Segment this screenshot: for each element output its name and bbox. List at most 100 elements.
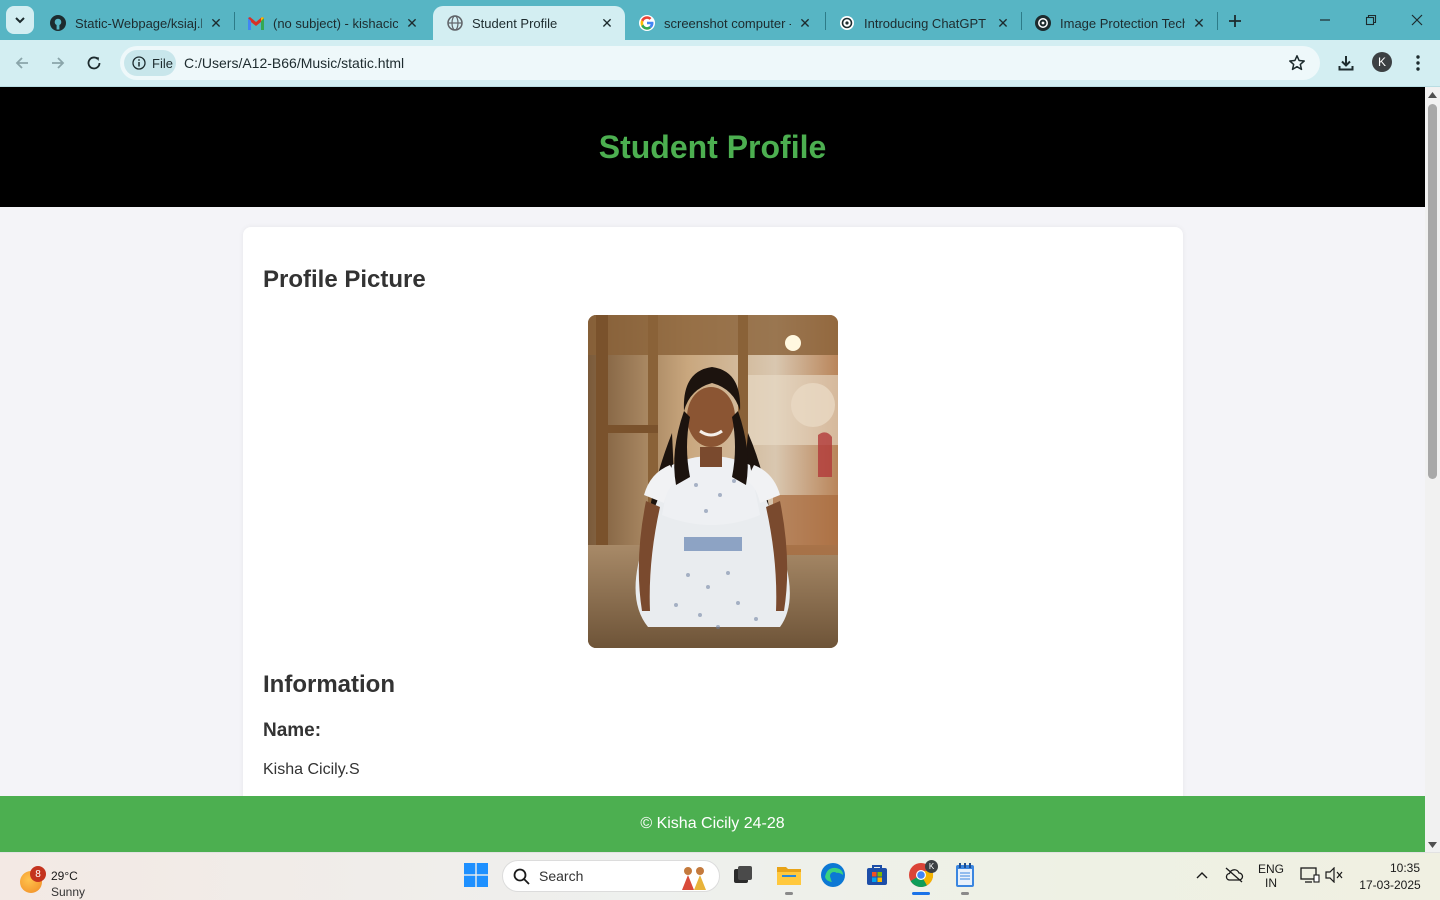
reload-button[interactable]: [79, 48, 109, 78]
tab-image-protection[interactable]: Image Protection Techn ✕: [1021, 6, 1217, 40]
tab-title: (no subject) - kishacicily: [273, 15, 398, 31]
language-indicator[interactable]: ENG IN: [1254, 862, 1288, 890]
arrow-right-icon: [52, 57, 65, 69]
region-code: IN: [1265, 876, 1277, 890]
scroll-down-icon[interactable]: [1428, 840, 1437, 849]
weather-condition: Sunny: [51, 885, 86, 899]
info-icon: [132, 56, 146, 70]
tab-student-profile[interactable]: Student Profile ✕: [433, 6, 625, 40]
chevron-down-icon: [15, 17, 25, 24]
notepad-button[interactable]: [949, 858, 981, 892]
browser-menu-button[interactable]: [1403, 48, 1433, 78]
tab-search-button[interactable]: [6, 6, 34, 34]
tab-strip: Static-Webpage/ksiaj.ht ✕ (no subject) -…: [0, 0, 1440, 40]
start-button[interactable]: [460, 858, 492, 892]
taskbar-search[interactable]: Search: [502, 860, 720, 892]
footer-text: © Kisha Cicily 24-28: [640, 815, 785, 832]
date-text: 17-03-2025: [1359, 878, 1421, 892]
tab-chatgpt[interactable]: Introducing ChatGPT | C ✕: [825, 6, 1021, 40]
chevron-up-icon: [1196, 872, 1208, 879]
page-viewport: Student Profile Profile Picture Informat…: [0, 87, 1425, 852]
tab-title: Introducing ChatGPT | C: [864, 15, 989, 31]
search-highlight-icon: [682, 867, 706, 890]
name-label: Name:: [263, 720, 322, 741]
windows-logo-icon: [464, 863, 488, 887]
volume-button[interactable]: [1318, 858, 1350, 892]
edge-button[interactable]: [817, 858, 849, 892]
scroll-thumb[interactable]: [1428, 104, 1437, 479]
kebab-menu-icon: [1416, 55, 1420, 71]
search-placeholder: Search: [539, 868, 584, 884]
cloud-offline-icon: [1225, 867, 1244, 883]
minimize-button[interactable]: [1302, 0, 1348, 40]
bookmark-star-icon[interactable]: [1288, 54, 1306, 77]
chrome-button[interactable]: K: [905, 858, 938, 892]
close-window-button[interactable]: [1394, 0, 1440, 40]
profile-picture-heading: Profile Picture: [263, 266, 426, 293]
reload-icon: [87, 56, 101, 70]
active-indicator: [912, 892, 930, 895]
openai-icon: [839, 15, 855, 31]
tab-title: Static-Webpage/ksiaj.ht: [75, 15, 202, 31]
tab-gmail[interactable]: (no subject) - kishacicily ✕: [234, 6, 430, 40]
notepad-icon: [956, 863, 974, 887]
globe-icon: [447, 15, 463, 31]
edge-icon: [821, 863, 845, 887]
address-bar[interactable]: File C:/Users/A12-B66/Music/static.html: [120, 46, 1320, 80]
scroll-up-icon[interactable]: [1428, 90, 1437, 99]
chrome-profile-badge: K: [925, 860, 938, 873]
close-icon[interactable]: ✕: [599, 15, 615, 31]
notification-badge: 8: [30, 866, 46, 882]
browser-toolbar: File C:/Users/A12-B66/Music/static.html: [0, 40, 1440, 87]
close-icon[interactable]: ✕: [1191, 15, 1207, 31]
tab-title: Student Profile: [472, 15, 558, 31]
gmail-icon: [248, 15, 264, 31]
information-heading: Information: [263, 671, 395, 698]
running-indicator: [961, 892, 969, 895]
close-icon[interactable]: ✕: [208, 15, 224, 31]
tab-separator: [1217, 12, 1218, 30]
google-icon: [639, 15, 655, 31]
site-header: Student Profile: [0, 87, 1425, 207]
profile-photo: [588, 315, 838, 648]
onedrive-button[interactable]: [1218, 858, 1250, 892]
profile-avatar[interactable]: K: [1372, 52, 1392, 72]
task-view-button[interactable]: [727, 858, 759, 892]
new-tab-button[interactable]: [1222, 8, 1248, 34]
back-button[interactable]: [7, 48, 37, 78]
time-text: 10:35: [1389, 861, 1420, 875]
restore-button[interactable]: [1348, 0, 1394, 40]
close-icon[interactable]: ✕: [404, 15, 420, 31]
store-button[interactable]: [861, 858, 893, 892]
name-value: Kisha Cicily.S: [263, 761, 360, 778]
volume-muted-icon: [1325, 867, 1343, 883]
search-icon: [513, 868, 530, 885]
file-explorer-button[interactable]: [773, 858, 805, 892]
running-indicator: [785, 892, 793, 895]
tab-google-search[interactable]: screenshot computer - G ✕: [625, 6, 823, 40]
tab-title: Image Protection Techn: [1060, 15, 1185, 31]
folder-icon: [777, 867, 801, 885]
downloads-button[interactable]: [1331, 48, 1361, 78]
show-hidden-icons-button[interactable]: [1186, 858, 1218, 892]
download-icon: [1338, 56, 1354, 71]
clock[interactable]: 10:35 17-03-2025: [1352, 861, 1428, 892]
page-scrollbar[interactable]: [1425, 87, 1440, 852]
language-code: ENG: [1257, 862, 1284, 876]
close-icon[interactable]: ✕: [995, 15, 1011, 31]
temperature: 29°C: [51, 869, 78, 883]
task-view-icon: [734, 866, 752, 883]
restore-icon: [1365, 14, 1377, 26]
tab-github[interactable]: Static-Webpage/ksiaj.ht ✕: [36, 6, 234, 40]
forward-button[interactable]: [43, 48, 73, 78]
weather-widget[interactable]: 8 29°C Sunny: [18, 861, 98, 899]
url-text[interactable]: C:/Users/A12-B66/Music/static.html: [184, 55, 404, 71]
close-icon[interactable]: ✕: [797, 15, 813, 31]
site-info-chip[interactable]: File: [124, 50, 176, 76]
store-icon: [867, 865, 887, 885]
tab-title: screenshot computer - G: [664, 15, 791, 31]
close-icon: [1411, 14, 1423, 26]
chip-label: File: [152, 55, 173, 71]
minimize-icon: [1320, 19, 1330, 21]
github-icon: [50, 15, 66, 31]
